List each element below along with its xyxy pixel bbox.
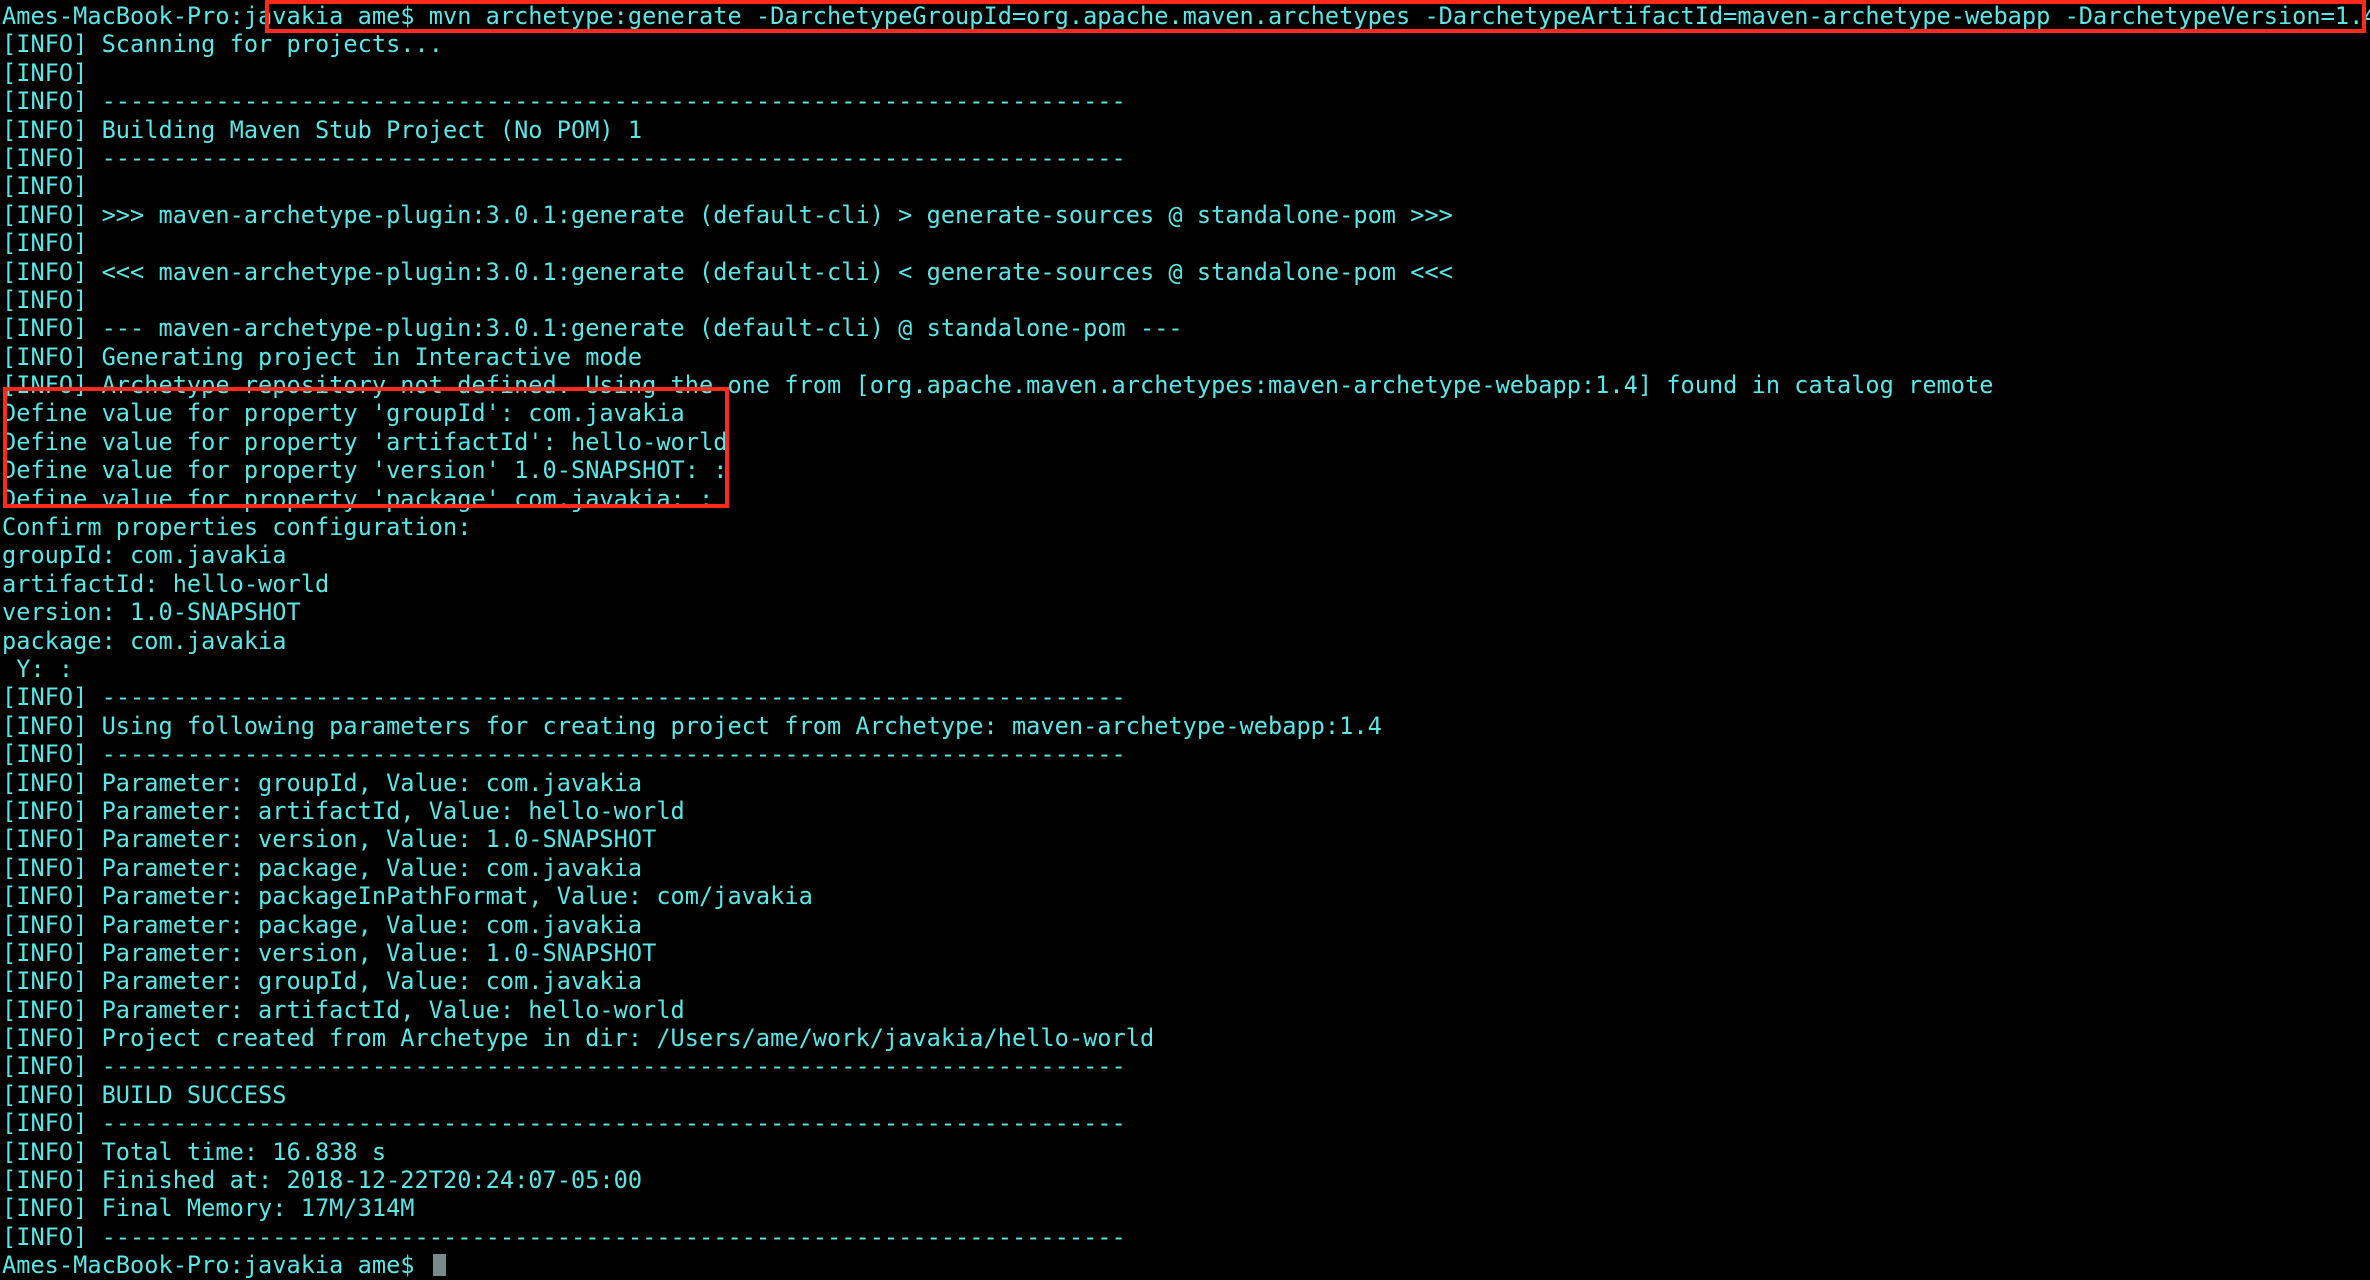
- terminal-line-parameter: [INFO] Parameter: artifactId, Value: hel…: [2, 796, 685, 825]
- terminal-line: [INFO] Generating project in Interactive…: [2, 342, 643, 371]
- terminal-line: [INFO] >>> maven-archetype-plugin:3.0.1:…: [2, 200, 1453, 229]
- terminal-line: [INFO]: [2, 172, 102, 201]
- terminal-line: [INFO]: [2, 285, 102, 314]
- terminal-line: [INFO] --- maven-archetype-plugin:3.0.1:…: [2, 314, 1183, 343]
- terminal-line: [INFO]: [2, 58, 102, 87]
- terminal-line: [INFO] Archetype repository not defined.…: [2, 371, 1994, 400]
- terminal-line-separator: [INFO] ---------------------------------…: [2, 740, 1126, 769]
- terminal-line-separator: [INFO] ---------------------------------…: [2, 1109, 1126, 1138]
- terminal-line: [INFO] Scanning for projects...: [2, 30, 443, 59]
- terminal-line-project-created: [INFO] Project created from Archetype in…: [2, 1024, 1155, 1053]
- terminal-line-final-memory: [INFO] Final Memory: 17M/314M: [2, 1194, 415, 1223]
- terminal-line: [INFO] <<< maven-archetype-plugin:3.0.1:…: [2, 257, 1453, 286]
- terminal-line: [INFO] Building Maven Stub Project (No P…: [2, 115, 643, 144]
- terminal-line-parameter: [INFO] Parameter: packageInPathFormat, V…: [2, 882, 813, 911]
- terminal-line-confirm-groupid: groupId: com.javakia: [2, 541, 287, 570]
- terminal-line-separator: [INFO] ---------------------------------…: [2, 683, 1126, 712]
- terminal-line-parameter: [INFO] Parameter: package, Value: com.ja…: [2, 910, 643, 939]
- terminal-line: [INFO] Using following parameters for cr…: [2, 711, 1382, 740]
- prompt-text: Ames-MacBook-Pro:javakia ame$: [2, 1251, 429, 1280]
- terminal-line-define-version: Define value for property 'version' 1.0-…: [2, 456, 728, 485]
- terminal-line-parameter: [INFO] Parameter: groupId, Value: com.ja…: [2, 768, 643, 797]
- terminal-line-define-artifactid: Define value for property 'artifactId': …: [2, 427, 728, 456]
- terminal-window[interactable]: Ames-MacBook-Pro:javakia ame$ mvn archet…: [0, 0, 2370, 1280]
- terminal-line-confirm-version: version: 1.0-SNAPSHOT: [2, 598, 301, 627]
- terminal-line-build-status: [INFO] BUILD SUCCESS: [2, 1080, 287, 1109]
- terminal-line-confirm-header: Confirm properties configuration:: [2, 513, 472, 542]
- terminal-line-confirm-package: package: com.javakia: [2, 626, 287, 655]
- terminal-line-parameter: [INFO] Parameter: artifactId, Value: hel…: [2, 995, 685, 1024]
- terminal-output-area[interactable]: Ames-MacBook-Pro:javakia ame$ mvn archet…: [0, 0, 2370, 1280]
- terminal-line-finished-at: [INFO] Finished at: 2018-12-22T20:24:07-…: [2, 1166, 643, 1195]
- terminal-line: [INFO]: [2, 229, 102, 258]
- terminal-line-total-time: [INFO] Total time: 16.838 s: [2, 1137, 387, 1166]
- terminal-line-final-prompt[interactable]: Ames-MacBook-Pro:javakia ame$: [2, 1251, 2370, 1279]
- terminal-line-parameter: [INFO] Parameter: groupId, Value: com.ja…: [2, 967, 643, 996]
- terminal-line-parameter: [INFO] Parameter: version, Value: 1.0-SN…: [2, 938, 657, 967]
- terminal-line-separator: [INFO] ---------------------------------…: [2, 143, 1126, 172]
- terminal-line-parameter: [INFO] Parameter: package, Value: com.ja…: [2, 853, 643, 882]
- terminal-line-define-groupid: Define value for property 'groupId': com…: [2, 399, 685, 428]
- terminal-line-separator: [INFO] ---------------------------------…: [2, 1222, 1126, 1251]
- terminal-line-prompt-command: Ames-MacBook-Pro:javakia ame$ mvn archet…: [2, 2, 2370, 30]
- terminal-line-separator: [INFO] ---------------------------------…: [2, 87, 1126, 116]
- terminal-line-separator: [INFO] ---------------------------------…: [2, 1052, 1126, 1081]
- terminal-line-define-package: Define value for property 'package' com.…: [2, 484, 714, 513]
- block-cursor: [432, 1254, 446, 1277]
- terminal-line-parameter: [INFO] Parameter: version, Value: 1.0-SN…: [2, 825, 657, 854]
- terminal-line-confirm-yes: Y: :: [2, 654, 74, 683]
- terminal-line-confirm-artifactid: artifactId: hello-world: [2, 569, 330, 598]
